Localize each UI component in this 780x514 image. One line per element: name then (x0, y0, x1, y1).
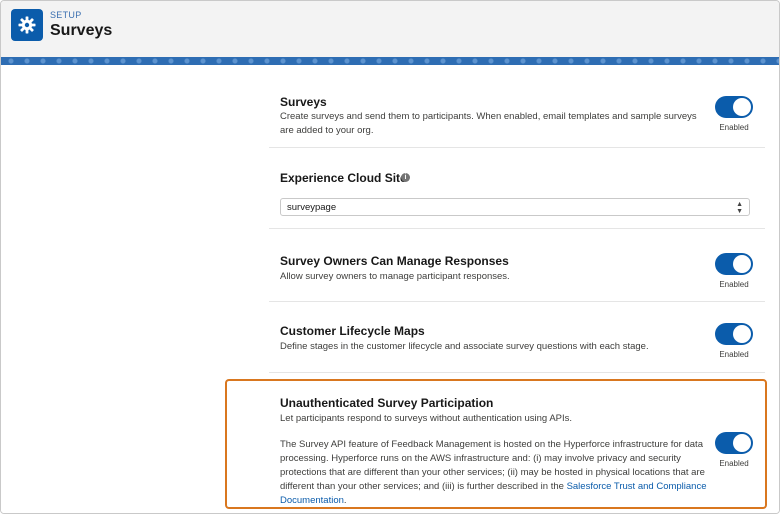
section-body: The Survey API feature of Feedback Manag… (280, 438, 710, 508)
toggle-label: Enabled (719, 459, 749, 468)
toggle-knob (733, 255, 751, 273)
toggle-knob (733, 434, 751, 452)
decorative-band (1, 57, 779, 65)
section-title: Unauthenticated Survey Participation (280, 396, 494, 410)
toggle-label: Enabled (719, 280, 749, 289)
customer-lifecycle-maps-setting: Customer Lifecycle Maps Define stages in… (269, 302, 765, 372)
section-title: Surveys (280, 95, 327, 109)
page-title: Surveys (50, 22, 113, 39)
page-header: SETUP Surveys (1, 1, 779, 58)
section-title: Customer Lifecycle Maps (280, 324, 425, 338)
section-title: Experience Cloud Site (280, 171, 407, 185)
select-value: surveypage (287, 202, 337, 213)
toggle-label: Enabled (719, 123, 749, 132)
gear-icon (11, 9, 43, 41)
setup-window: SETUP Surveys Surveys Create surveys and… (0, 0, 780, 514)
breadcrumb-setup: SETUP (50, 10, 82, 20)
divider (269, 372, 765, 373)
customer-lifecycle-toggle[interactable] (715, 323, 753, 345)
body-end: . (343, 495, 347, 506)
survey-owners-setting: Survey Owners Can Manage Responses Allow… (269, 229, 765, 301)
experience-site-select[interactable]: surveypage ▲ ▼ (280, 198, 750, 216)
toggle-knob (733, 98, 751, 116)
section-description: Create surveys and send them to particip… (280, 111, 697, 136)
select-arrows-icon: ▲ ▼ (736, 201, 743, 215)
experience-cloud-site-setting: Experience Cloud Site i surveypage ▲ ▼ (269, 148, 765, 228)
survey-owners-toggle[interactable] (715, 253, 753, 275)
surveys-setting: Surveys Create surveys and send them to … (269, 85, 765, 145)
info-icon[interactable]: i (401, 173, 410, 182)
surveys-toggle[interactable] (715, 96, 753, 118)
section-description: Allow survey owners to manage participan… (280, 271, 510, 282)
section-description: Let participants respond to surveys with… (280, 413, 573, 424)
unauthenticated-participation-highlight: Unauthenticated Survey Participation Let… (225, 379, 767, 509)
toggle-label: Enabled (719, 350, 749, 359)
unauthenticated-participation-toggle[interactable] (715, 432, 753, 454)
section-description: Define stages in the customer lifecycle … (280, 341, 649, 352)
toggle-knob (733, 325, 751, 343)
section-title: Survey Owners Can Manage Responses (280, 254, 509, 268)
